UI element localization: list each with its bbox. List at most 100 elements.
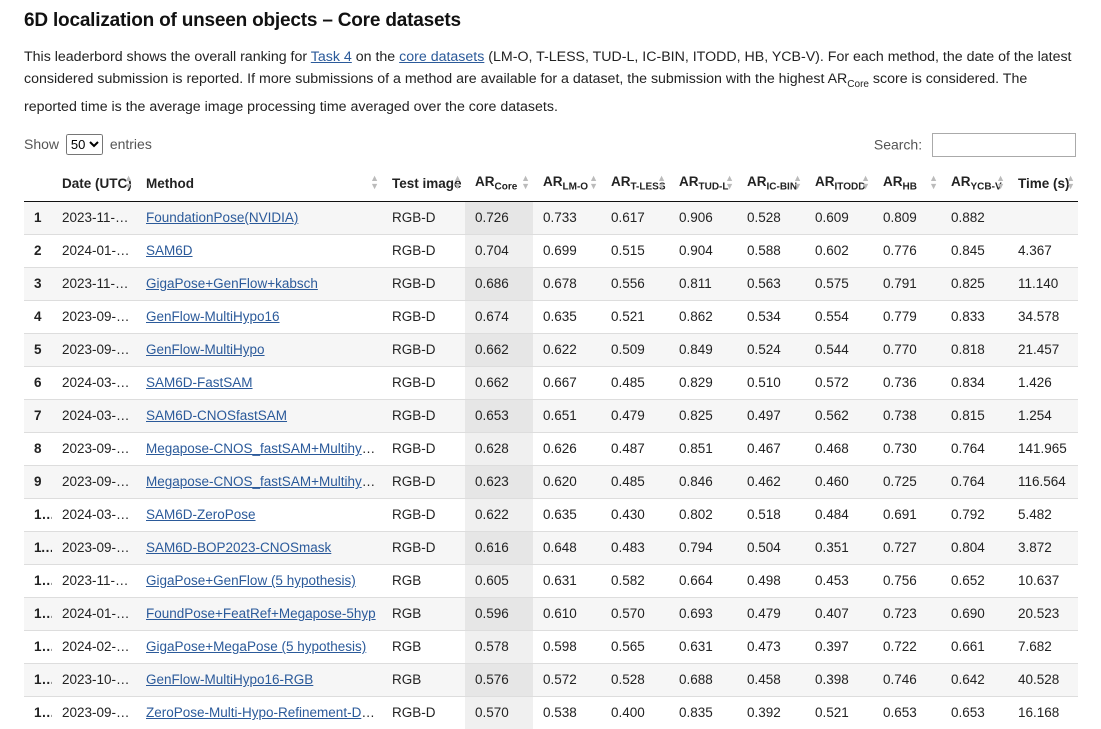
table-cell: 0.556 xyxy=(601,266,669,301)
sort-icon[interactable]: ▲ ▼ xyxy=(793,173,802,190)
method-link[interactable]: FoundPose+FeatRef+Megapose-5hyp xyxy=(146,606,376,621)
method-link[interactable]: SAM6D-CNOSfastSAM xyxy=(146,408,287,423)
table-cell: 0.596 xyxy=(465,596,533,631)
sort-icon[interactable]: ▲ ▼ xyxy=(124,173,133,190)
table-cell: 0.458 xyxy=(737,662,805,697)
method-link[interactable]: GigaPose+MegaPose (5 hypothesis) xyxy=(146,639,366,654)
table-cell: 0.487 xyxy=(601,431,669,466)
sort-icon[interactable]: ▲ ▼ xyxy=(725,173,734,190)
table-cell: RGB xyxy=(382,563,465,598)
table-cell: 0.509 xyxy=(601,332,669,367)
column-header-label: Method xyxy=(146,175,194,191)
method-cell: GigaPose+GenFlow+kabsch xyxy=(136,266,382,301)
entries-select[interactable]: 50 xyxy=(65,134,103,156)
table-cell: 0.906 xyxy=(669,200,737,235)
table-cell: 14 xyxy=(24,629,52,664)
task-4-link[interactable]: Task 4 xyxy=(311,49,352,65)
method-link[interactable]: GenFlow-MultiHypo xyxy=(146,342,265,357)
method-link[interactable]: GigaPose+GenFlow+kabsch xyxy=(146,276,318,291)
table-cell: 0.779 xyxy=(873,299,941,334)
table-cell: 2023-09-27 xyxy=(52,464,136,499)
table-cell: 7.682 xyxy=(1008,629,1078,664)
column-header-label: Time (s) xyxy=(1018,175,1070,191)
method-link[interactable]: GigaPose+GenFlow (5 hypothesis) xyxy=(146,573,356,588)
column-header[interactable]: Time (s) ▲ ▼ xyxy=(1008,165,1078,202)
column-header[interactable]: ART-LESS ▲ ▼ xyxy=(601,165,669,202)
table-cell: 0.563 xyxy=(737,266,805,301)
table-cell: 0.479 xyxy=(737,596,805,631)
sort-icon[interactable]: ▲ ▼ xyxy=(657,173,666,190)
column-header[interactable]: ARHB ▲ ▼ xyxy=(873,165,941,202)
method-link[interactable]: GenFlow-MultiHypo16 xyxy=(146,309,280,324)
table-cell: 0.622 xyxy=(465,497,533,532)
table-cell: 0.554 xyxy=(805,299,873,334)
sort-icon[interactable]: ▲ ▼ xyxy=(589,173,598,190)
table-cell: RGB-D xyxy=(382,200,465,235)
table-cell: 0.791 xyxy=(873,266,941,301)
method-cell: SAM6D-ZeroPose xyxy=(136,497,382,532)
table-cell: 0.678 xyxy=(533,266,601,301)
sort-icon[interactable]: ▲ ▼ xyxy=(1066,173,1075,190)
sort-icon[interactable]: ▲ ▼ xyxy=(861,173,870,190)
table-cell: 0.662 xyxy=(465,365,533,400)
search-input[interactable] xyxy=(932,132,1076,157)
method-link[interactable]: GenFlow-MultiHypo16-RGB xyxy=(146,672,313,687)
method-link[interactable]: SAM6D xyxy=(146,243,193,258)
table-cell: 0.825 xyxy=(669,398,737,433)
method-link[interactable]: SAM6D-ZeroPose xyxy=(146,507,256,522)
search-control: Search: xyxy=(873,132,1076,157)
column-header[interactable]: ARIC-BIN ▲ ▼ xyxy=(737,165,805,202)
table-cell: 0.528 xyxy=(737,200,805,235)
method-link[interactable]: SAM6D-BOP2023-CNOSmask xyxy=(146,540,331,555)
method-link[interactable]: SAM6D-FastSAM xyxy=(146,375,253,390)
table-cell: 0.792 xyxy=(941,497,1008,532)
table-cell: 0.846 xyxy=(669,464,737,499)
table-cell: 0.662 xyxy=(465,332,533,367)
table-row: 5 2023-09-25 GenFlow-MultiHypo RGB-D 0.662 0.… xyxy=(24,332,1078,367)
column-header[interactable]: Method ▲ ▼ xyxy=(136,165,382,202)
column-header xyxy=(24,165,52,202)
table-row: 7 2024-03-04 SAM6D-CNOSfastSAM RGB-D 0.653 0.… xyxy=(24,398,1078,433)
table-row: 3 2023-11-30 GigaPose+GenFlow+kabsch RGB-D 0… xyxy=(24,266,1078,301)
method-cell: SAM6D-FastSAM xyxy=(136,365,382,400)
method-link[interactable]: FoundationPose(NVIDIA) xyxy=(146,210,298,225)
table-cell: 3 xyxy=(24,266,52,301)
table-cell: 0.642 xyxy=(941,662,1008,697)
column-header[interactable]: ARITODD ▲ ▼ xyxy=(805,165,873,202)
table-cell: 0.479 xyxy=(601,398,669,433)
method-link[interactable]: Megapose-CNOS_fastSAM+Multihyp_Te... xyxy=(146,441,382,456)
core-datasets-link[interactable]: core datasets xyxy=(399,49,484,65)
table-cell: 0.462 xyxy=(737,464,805,499)
table-cell: 0.521 xyxy=(601,299,669,334)
sort-icon[interactable]: ▲ ▼ xyxy=(370,173,379,190)
column-header[interactable]: ARYCB-V ▲ ▼ xyxy=(941,165,1008,202)
column-header[interactable]: Test image ▲ ▼ xyxy=(382,165,465,202)
table-cell: 2024-01-27 xyxy=(52,596,136,631)
table-cell: 0.524 xyxy=(737,332,805,367)
sort-icon[interactable]: ▲ ▼ xyxy=(521,173,530,190)
table-cell: 0.622 xyxy=(533,332,601,367)
sort-icon[interactable]: ▲ ▼ xyxy=(996,173,1005,190)
page-title: 6D localization of unseen objects – Core… xyxy=(24,10,461,31)
table-cell: 0.770 xyxy=(873,332,941,367)
table-cell: RGB-D xyxy=(382,233,465,268)
table-cell: 0.776 xyxy=(873,233,941,268)
table-cell: 0.397 xyxy=(805,629,873,664)
table-cell: 0.610 xyxy=(533,596,601,631)
entries-control: Show 50 entries xyxy=(24,134,152,156)
table-cell: 141.965 xyxy=(1008,431,1078,466)
column-header[interactable]: ARCore ▲ ▼ xyxy=(465,165,533,202)
column-header[interactable]: Date (UTC) ▲ ▼ xyxy=(52,165,136,202)
column-header[interactable]: ARTUD-L ▲ ▼ xyxy=(669,165,737,202)
sort-icon[interactable]: ▲ ▼ xyxy=(453,173,462,190)
column-header-subscript: Core xyxy=(494,181,518,193)
table-row: 11 2023-09-28 SAM6D-BOP2023-CNOSmask RGB-D 0… xyxy=(24,530,1078,565)
method-link[interactable]: Megapose-CNOS_fastSAM+Multihyp_Te... xyxy=(146,474,382,489)
column-header[interactable]: ARLM-O ▲ ▼ xyxy=(533,165,601,202)
method-link[interactable]: ZeroPose-Multi-Hypo-Refinement-De... xyxy=(146,705,380,720)
table-cell: 0.651 xyxy=(533,398,601,433)
table-cell: 0.802 xyxy=(669,497,737,532)
sort-icon[interactable]: ▲ ▼ xyxy=(929,173,938,190)
search-label: Search: xyxy=(873,136,923,153)
table-cell: 0.849 xyxy=(669,332,737,367)
